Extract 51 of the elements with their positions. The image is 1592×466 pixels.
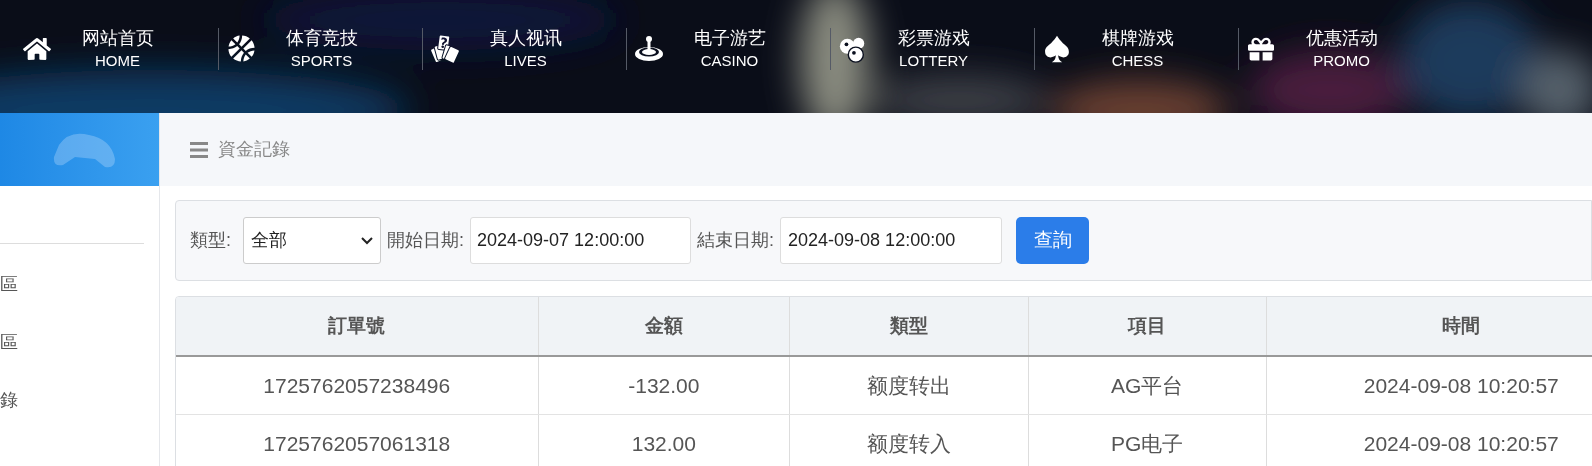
- type-select[interactable]: 全部: [243, 217, 381, 264]
- nav-subtitle: CASINO: [700, 50, 759, 71]
- start-date-label: 開始日期:: [387, 229, 465, 252]
- menu-icon: [190, 141, 208, 158]
- column-header: 金額: [538, 297, 791, 355]
- nav-item[interactable]: 棋牌游戏 CHESS: [1035, 25, 1238, 72]
- nav-item[interactable]: 电子游艺 CASINO: [627, 25, 830, 72]
- nav-title: 网站首页: [81, 26, 154, 50]
- gift-icon: [1248, 35, 1274, 62]
- table-cell: 1725762057238496: [176, 357, 539, 414]
- column-header: 時間: [1441, 313, 1482, 338]
- end-date-field[interactable]: 2024-09-08 12:00:00: [780, 217, 1003, 264]
- nav-title: 体育竞技: [285, 26, 358, 50]
- table-cell: 额度转入: [790, 415, 1029, 466]
- nav-title: 棋牌游戏: [1101, 26, 1174, 50]
- sidebar-item[interactable]: 區: [0, 330, 18, 354]
- table-cell: 1725762057061318: [176, 415, 539, 466]
- nav-item[interactable]: 网站首页 HOME: [15, 25, 218, 72]
- column-header: 類型: [790, 297, 1029, 355]
- table-cell: PG电子: [1028, 415, 1267, 466]
- nav-title: 优惠活动: [1305, 26, 1378, 50]
- type-label: 類型:: [190, 229, 231, 252]
- nav-subtitle: LIVES: [504, 50, 547, 71]
- table-cell-text: 2024-09-08 10:20:57: [1362, 430, 1560, 457]
- nav-subtitle: HOME: [95, 50, 140, 71]
- sidebar-item[interactable]: 區: [0, 272, 18, 296]
- nav-subtitle: LOTTERY: [899, 50, 968, 71]
- end-date-label: 結束日期:: [697, 229, 775, 252]
- nav-subtitle: SPORTS: [290, 50, 353, 71]
- nav-title: 电子游艺: [693, 26, 766, 50]
- nav-item[interactable]: 彩票游戏 LOTTERY: [831, 25, 1034, 72]
- table-cell: 额度转出: [790, 357, 1029, 414]
- table-cell-text: 2024-09-08 10:20:57: [1362, 372, 1560, 399]
- cards-icon: [430, 33, 460, 64]
- nav-title: 彩票游戏: [897, 26, 970, 50]
- nav-item[interactable]: 体育竞技 SPORTS: [219, 25, 422, 72]
- nav-subtitle: PROMO: [1313, 50, 1370, 71]
- nav-item[interactable]: 真人视讯 LIVES: [423, 25, 626, 72]
- table-cell: -132.00: [538, 357, 791, 414]
- start-date-field[interactable]: 2024-09-07 12:00:00: [470, 217, 692, 264]
- column-header: 項目: [1028, 297, 1267, 355]
- breadcrumb-title: 資金記錄: [218, 138, 290, 161]
- nav-item[interactable]: 优惠活动 PROMO: [1239, 25, 1442, 72]
- sidebar-item[interactable]: 錄: [0, 388, 18, 412]
- column-header: 訂單號: [176, 297, 539, 355]
- nav-subtitle: CHESS: [1111, 50, 1164, 71]
- table-cell: 132.00: [538, 415, 791, 466]
- table-cell: AG平台: [1028, 357, 1267, 414]
- nav-title: 真人视讯: [489, 26, 562, 50]
- chevron-down-icon: [361, 236, 373, 245]
- search-button[interactable]: 查詢: [1016, 217, 1090, 264]
